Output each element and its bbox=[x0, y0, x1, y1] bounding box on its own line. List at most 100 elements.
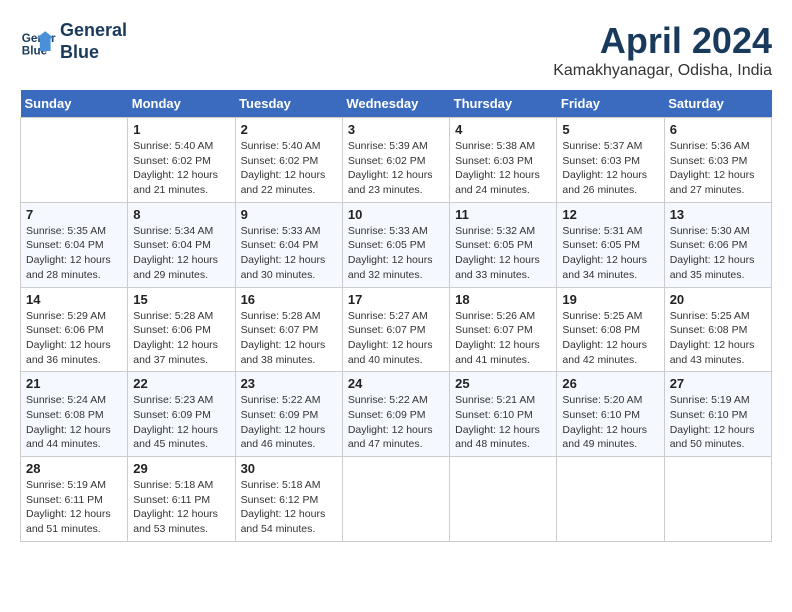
weekday-header: Tuesday bbox=[235, 90, 342, 118]
weekday-header: Saturday bbox=[664, 90, 771, 118]
day-number: 5 bbox=[562, 122, 658, 137]
weekday-header: Sunday bbox=[21, 90, 128, 118]
day-number: 19 bbox=[562, 292, 658, 307]
calendar-cell bbox=[450, 457, 557, 542]
calendar-cell: 6 Sunrise: 5:36 AMSunset: 6:03 PMDaylight… bbox=[664, 118, 771, 203]
calendar-table: SundayMondayTuesdayWednesdayThursdayFrid… bbox=[20, 90, 772, 542]
calendar-cell: 10 Sunrise: 5:33 AMSunset: 6:05 PMDayligh… bbox=[342, 202, 449, 287]
weekday-header: Friday bbox=[557, 90, 664, 118]
location: Kamakhyanagar, Odisha, India bbox=[553, 62, 772, 80]
calendar-cell bbox=[557, 457, 664, 542]
weekday-header: Thursday bbox=[450, 90, 557, 118]
day-number: 16 bbox=[241, 292, 337, 307]
day-info: Sunrise: 5:35 AMSunset: 6:04 PMDaylight:… bbox=[26, 224, 122, 283]
weekday-header: Wednesday bbox=[342, 90, 449, 118]
calendar-cell bbox=[342, 457, 449, 542]
day-number: 17 bbox=[348, 292, 444, 307]
day-number: 14 bbox=[26, 292, 122, 307]
day-number: 27 bbox=[670, 376, 766, 391]
month-title: April 2024 bbox=[553, 20, 772, 62]
day-number: 7 bbox=[26, 207, 122, 222]
day-info: Sunrise: 5:25 AMSunset: 6:08 PMDaylight:… bbox=[670, 309, 766, 368]
calendar-cell bbox=[21, 118, 128, 203]
calendar-cell: 4 Sunrise: 5:38 AMSunset: 6:03 PMDaylight… bbox=[450, 118, 557, 203]
calendar-cell: 9 Sunrise: 5:33 AMSunset: 6:04 PMDaylight… bbox=[235, 202, 342, 287]
day-info: Sunrise: 5:18 AMSunset: 6:11 PMDaylight:… bbox=[133, 478, 229, 537]
calendar-cell: 30 Sunrise: 5:18 AMSunset: 6:12 PMDayligh… bbox=[235, 457, 342, 542]
day-info: Sunrise: 5:28 AMSunset: 6:06 PMDaylight:… bbox=[133, 309, 229, 368]
day-number: 20 bbox=[670, 292, 766, 307]
calendar-cell: 28Sunrise: 5:19 AMSunset: 6:11 PMDayligh… bbox=[21, 457, 128, 542]
logo: General Blue General Blue bbox=[20, 20, 127, 63]
calendar-cell: 22 Sunrise: 5:23 AMSunset: 6:09 PMDayligh… bbox=[128, 372, 235, 457]
day-info: Sunrise: 5:40 AMSunset: 6:02 PMDaylight:… bbox=[133, 139, 229, 198]
day-info: Sunrise: 5:33 AMSunset: 6:04 PMDaylight:… bbox=[241, 224, 337, 283]
logo-icon: General Blue bbox=[20, 24, 56, 60]
day-info: Sunrise: 5:26 AMSunset: 6:07 PMDaylight:… bbox=[455, 309, 551, 368]
calendar-cell: 3 Sunrise: 5:39 AMSunset: 6:02 PMDaylight… bbox=[342, 118, 449, 203]
day-number: 3 bbox=[348, 122, 444, 137]
day-number: 23 bbox=[241, 376, 337, 391]
calendar-cell: 7 Sunrise: 5:35 AMSunset: 6:04 PMDaylight… bbox=[21, 202, 128, 287]
day-number: 2 bbox=[241, 122, 337, 137]
day-number: 11 bbox=[455, 207, 551, 222]
day-info: Sunrise: 5:21 AMSunset: 6:10 PMDaylight:… bbox=[455, 393, 551, 452]
calendar-cell: 27 Sunrise: 5:19 AMSunset: 6:10 PMDayligh… bbox=[664, 372, 771, 457]
day-info: Sunrise: 5:22 AMSunset: 6:09 PMDaylight:… bbox=[348, 393, 444, 452]
title-block: April 2024 Kamakhyanagar, Odisha, India bbox=[553, 20, 772, 80]
day-info: Sunrise: 5:25 AMSunset: 6:08 PMDaylight:… bbox=[562, 309, 658, 368]
calendar-cell: 15Sunrise: 5:28 AMSunset: 6:06 PMDayligh… bbox=[128, 287, 235, 372]
day-info: Sunrise: 5:19 AMSunset: 6:11 PMDaylight:… bbox=[26, 478, 122, 537]
day-info: Sunrise: 5:31 AMSunset: 6:05 PMDaylight:… bbox=[562, 224, 658, 283]
day-number: 30 bbox=[241, 461, 337, 476]
calendar-cell: 29 Sunrise: 5:18 AMSunset: 6:11 PMDayligh… bbox=[128, 457, 235, 542]
logo-text: General Blue bbox=[60, 20, 127, 63]
day-info: Sunrise: 5:29 AMSunset: 6:06 PMDaylight:… bbox=[26, 309, 122, 368]
day-number: 13 bbox=[670, 207, 766, 222]
weekday-header: Monday bbox=[128, 90, 235, 118]
day-number: 25 bbox=[455, 376, 551, 391]
day-number: 24 bbox=[348, 376, 444, 391]
day-number: 22 bbox=[133, 376, 229, 391]
day-info: Sunrise: 5:39 AMSunset: 6:02 PMDaylight:… bbox=[348, 139, 444, 198]
calendar-cell: 13Sunrise: 5:30 AMSunset: 6:06 PMDayligh… bbox=[664, 202, 771, 287]
day-info: Sunrise: 5:23 AMSunset: 6:09 PMDaylight:… bbox=[133, 393, 229, 452]
calendar-cell: 20 Sunrise: 5:25 AMSunset: 6:08 PMDayligh… bbox=[664, 287, 771, 372]
day-number: 10 bbox=[348, 207, 444, 222]
calendar-cell: 11 Sunrise: 5:32 AMSunset: 6:05 PMDayligh… bbox=[450, 202, 557, 287]
day-number: 21 bbox=[26, 376, 122, 391]
calendar-cell: 2Sunrise: 5:40 AMSunset: 6:02 PMDaylight… bbox=[235, 118, 342, 203]
calendar-cell: 12 Sunrise: 5:31 AMSunset: 6:05 PMDayligh… bbox=[557, 202, 664, 287]
calendar-cell: 8Sunrise: 5:34 AMSunset: 6:04 PMDaylight… bbox=[128, 202, 235, 287]
day-number: 6 bbox=[670, 122, 766, 137]
day-info: Sunrise: 5:24 AMSunset: 6:08 PMDaylight:… bbox=[26, 393, 122, 452]
calendar-cell: 24 Sunrise: 5:22 AMSunset: 6:09 PMDayligh… bbox=[342, 372, 449, 457]
day-info: Sunrise: 5:19 AMSunset: 6:10 PMDaylight:… bbox=[670, 393, 766, 452]
day-info: Sunrise: 5:37 AMSunset: 6:03 PMDaylight:… bbox=[562, 139, 658, 198]
calendar-cell: 17Sunrise: 5:27 AMSunset: 6:07 PMDayligh… bbox=[342, 287, 449, 372]
day-info: Sunrise: 5:33 AMSunset: 6:05 PMDaylight:… bbox=[348, 224, 444, 283]
day-number: 1 bbox=[133, 122, 229, 137]
calendar-cell: 26 Sunrise: 5:20 AMSunset: 6:10 PMDayligh… bbox=[557, 372, 664, 457]
day-info: Sunrise: 5:38 AMSunset: 6:03 PMDaylight:… bbox=[455, 139, 551, 198]
page-header: General Blue General Blue April 2024 Kam… bbox=[20, 20, 772, 80]
calendar-cell: 21 Sunrise: 5:24 AMSunset: 6:08 PMDayligh… bbox=[21, 372, 128, 457]
day-info: Sunrise: 5:18 AMSunset: 6:12 PMDaylight:… bbox=[241, 478, 337, 537]
calendar-cell: 5 Sunrise: 5:37 AMSunset: 6:03 PMDaylight… bbox=[557, 118, 664, 203]
calendar-cell: 19 Sunrise: 5:25 AMSunset: 6:08 PMDayligh… bbox=[557, 287, 664, 372]
day-info: Sunrise: 5:20 AMSunset: 6:10 PMDaylight:… bbox=[562, 393, 658, 452]
day-number: 9 bbox=[241, 207, 337, 222]
day-number: 18 bbox=[455, 292, 551, 307]
day-info: Sunrise: 5:36 AMSunset: 6:03 PMDaylight:… bbox=[670, 139, 766, 198]
day-number: 26 bbox=[562, 376, 658, 391]
day-info: Sunrise: 5:28 AMSunset: 6:07 PMDaylight:… bbox=[241, 309, 337, 368]
day-info: Sunrise: 5:22 AMSunset: 6:09 PMDaylight:… bbox=[241, 393, 337, 452]
calendar-cell: 14 Sunrise: 5:29 AMSunset: 6:06 PMDayligh… bbox=[21, 287, 128, 372]
day-number: 29 bbox=[133, 461, 229, 476]
calendar-cell: 18 Sunrise: 5:26 AMSunset: 6:07 PMDayligh… bbox=[450, 287, 557, 372]
day-info: Sunrise: 5:32 AMSunset: 6:05 PMDaylight:… bbox=[455, 224, 551, 283]
day-number: 12 bbox=[562, 207, 658, 222]
calendar-cell: 23 Sunrise: 5:22 AMSunset: 6:09 PMDayligh… bbox=[235, 372, 342, 457]
day-number: 4 bbox=[455, 122, 551, 137]
calendar-cell: 16 Sunrise: 5:28 AMSunset: 6:07 PMDayligh… bbox=[235, 287, 342, 372]
